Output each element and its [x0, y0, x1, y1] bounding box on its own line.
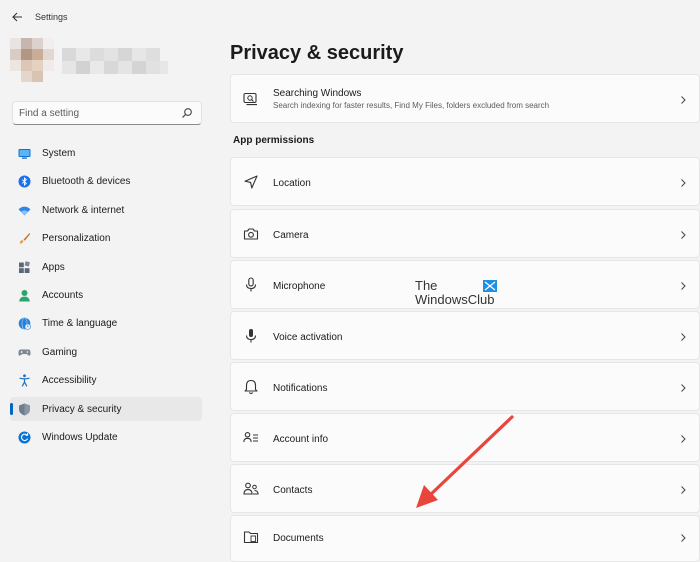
voice-icon [245, 329, 257, 343]
bell-icon [244, 379, 258, 395]
sidebar-item-label: System [42, 148, 76, 159]
sidebar-item-label: Bluetooth & devices [42, 176, 131, 188]
chevron-right-icon [681, 231, 686, 239]
brush-icon [19, 233, 31, 245]
search-input[interactable] [19, 105, 179, 121]
permission-label: Notifications [273, 383, 328, 394]
sidebar-item-label: Apps [42, 261, 65, 273]
chevron-right-icon [681, 96, 686, 104]
camera-icon [243, 228, 259, 240]
sidebar-item-time-language[interactable]: Time & language [10, 311, 202, 335]
sidebar-item-personalization[interactable]: Personalization [10, 226, 202, 250]
sidebar-item-label: Gaming [42, 346, 78, 358]
chevron-right-icon [681, 384, 686, 392]
searching-windows-label: Searching Windows [273, 88, 362, 99]
sidebar-item-label: Accounts [42, 289, 84, 301]
permission-location[interactable]: Location [230, 157, 700, 206]
gamepad-icon [18, 349, 31, 356]
search-indexing-icon [243, 92, 257, 106]
back-arrow-icon [11, 12, 22, 22]
chevron-right-icon [681, 486, 686, 494]
searching-windows-description: Search indexing for faster results, Find… [273, 101, 550, 110]
search-box[interactable] [12, 101, 202, 125]
watermark-line-2: WindowsClub [415, 292, 495, 307]
user-name-redacted [62, 48, 168, 74]
app-title: Settings [35, 12, 68, 22]
accessibility-icon [19, 374, 30, 387]
user-avatar[interactable] [10, 38, 54, 82]
permission-label: Documents [273, 533, 324, 544]
chevron-right-icon [681, 333, 686, 341]
permission-label: Voice activation [273, 332, 343, 343]
location-icon [244, 175, 258, 189]
contacts-icon [243, 482, 259, 495]
sidebar-item-label: Privacy & security [42, 403, 122, 415]
sidebar-item-accessibility[interactable]: Accessibility [10, 368, 202, 392]
sidebar-item-apps[interactable]: Apps [10, 255, 202, 279]
wifi-icon [18, 206, 31, 216]
globe-clock-icon [18, 317, 31, 331]
searching-windows-card[interactable]: Searching Windows Search indexing for fa… [230, 74, 700, 123]
person-icon [19, 289, 30, 302]
title-bar: Settings [0, 0, 700, 34]
permission-voice-activation[interactable]: Voice activation [230, 311, 700, 360]
permission-documents[interactable]: Documents [230, 515, 700, 562]
monitor-icon [18, 149, 31, 159]
sidebar-item-label: Network & internet [42, 204, 125, 216]
sidebar-item-system[interactable]: System [10, 141, 202, 165]
chevron-right-icon [681, 179, 686, 187]
chevron-right-icon [681, 534, 686, 542]
permission-camera[interactable]: Camera [230, 209, 700, 258]
page-title: Privacy & security [230, 42, 404, 64]
sidebar-item-network[interactable]: Network & internet [10, 198, 202, 222]
chevron-right-icon [681, 282, 686, 290]
sidebar-item-windows-update[interactable]: Windows Update [10, 425, 202, 449]
sidebar-item-label: Time & language [42, 318, 118, 330]
sidebar-item-accounts[interactable]: Accounts [10, 283, 202, 307]
permission-label: Account info [273, 434, 329, 445]
sidebar-nav: System Bluetooth & devices Network & int… [10, 141, 202, 453]
sidebar-item-label: Personalization [42, 233, 111, 245]
app-permissions-heading: App permissions [233, 135, 315, 146]
annotation-arrow [416, 415, 514, 508]
bluetooth-icon [18, 175, 31, 188]
permission-label: Camera [273, 230, 309, 241]
permission-notifications[interactable]: Notifications [230, 362, 700, 411]
sidebar-item-gaming[interactable]: Gaming [10, 340, 202, 364]
apps-icon [19, 260, 30, 273]
documents-icon [243, 531, 259, 544]
search-icon[interactable] [181, 107, 193, 119]
chevron-right-icon [681, 435, 686, 443]
back-button[interactable] [8, 8, 26, 26]
account-info-icon [243, 432, 258, 443]
permission-label: Microphone [273, 281, 326, 292]
update-icon [18, 431, 31, 444]
sidebar-item-privacy-security[interactable]: Privacy & security [10, 396, 202, 421]
sidebar-item-bluetooth[interactable]: Bluetooth & devices [10, 169, 202, 193]
microphone-icon [245, 277, 257, 292]
permission-label: Contacts [273, 485, 313, 496]
watermark: The WindowsClub [415, 279, 497, 307]
sidebar-item-label: Windows Update [42, 431, 118, 443]
windowsclub-logo-icon [483, 280, 497, 292]
sidebar-item-label: Accessibility [42, 375, 97, 387]
permission-label: Location [273, 178, 311, 189]
shield-icon [19, 403, 30, 416]
